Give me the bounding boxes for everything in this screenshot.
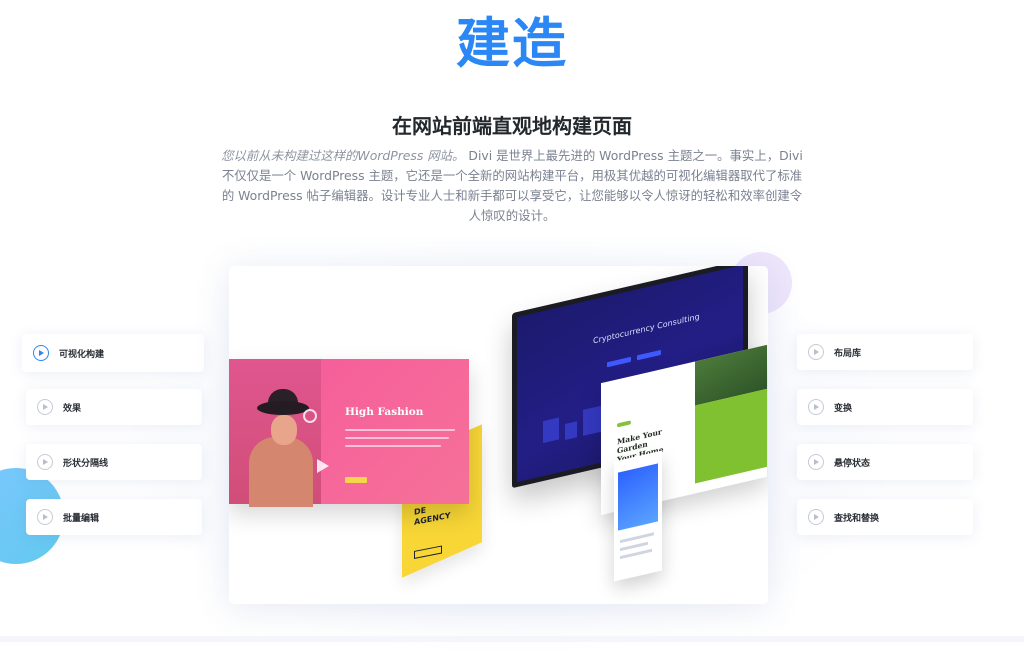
feature-label: 效果 bbox=[63, 403, 82, 414]
phone-screen bbox=[618, 463, 658, 531]
play-circle-icon bbox=[37, 454, 53, 470]
play-circle-icon bbox=[33, 345, 49, 361]
feature-label: 悬停状态 bbox=[834, 458, 871, 469]
fashion-title: High Fashion bbox=[345, 406, 424, 418]
text-line bbox=[620, 548, 652, 560]
text-line bbox=[620, 532, 654, 544]
text-line bbox=[345, 429, 455, 431]
play-circle-icon bbox=[808, 509, 824, 525]
feature-effects-button[interactable]: 效果 bbox=[26, 389, 202, 425]
feature-label: 布局库 bbox=[834, 348, 862, 359]
feature-layout-library-button[interactable]: 布局库 bbox=[797, 334, 973, 370]
green-panel bbox=[695, 388, 767, 484]
agency-text: DE AGENCY bbox=[414, 501, 451, 528]
leaf-icon bbox=[617, 420, 631, 428]
crypto-title: Cryptocurrency Consulting bbox=[593, 311, 700, 346]
hero-title: 建造 bbox=[456, 12, 568, 75]
agency-button-shape bbox=[414, 545, 442, 559]
play-circle-icon bbox=[37, 509, 53, 525]
feature-label: 变换 bbox=[834, 403, 853, 414]
feature-shape-dividers-button[interactable]: 形状分隔线 bbox=[26, 444, 202, 480]
feature-visual-builder-button[interactable]: 可视化构建 bbox=[22, 334, 204, 372]
circle-ornament-icon bbox=[303, 409, 317, 423]
fashion-layout-mockup: High Fashion bbox=[229, 359, 469, 507]
crypto-button-shape bbox=[637, 349, 661, 361]
feature-label: 查找和替换 bbox=[834, 513, 880, 524]
feature-label: 可视化构建 bbox=[59, 349, 105, 360]
text-line bbox=[345, 437, 449, 439]
crypto-block-shape bbox=[565, 421, 577, 441]
page-bottom-band bbox=[0, 636, 1024, 642]
feature-find-replace-button[interactable]: 查找和替换 bbox=[797, 499, 973, 535]
section-heading: 在网站前端直观地构建页面 bbox=[392, 114, 632, 138]
fashion-model-image bbox=[229, 359, 329, 507]
feature-hover-states-button[interactable]: 悬停状态 bbox=[797, 444, 973, 480]
crypto-block-shape bbox=[543, 417, 559, 444]
play-circle-icon bbox=[808, 344, 824, 360]
crypto-button-shape bbox=[607, 356, 631, 368]
fashion-button-shape bbox=[345, 477, 367, 483]
model-face-shape bbox=[271, 415, 297, 445]
model-body-shape bbox=[249, 437, 313, 507]
phone-mockup bbox=[614, 450, 662, 582]
crypto-block-shape bbox=[583, 405, 601, 436]
play-circle-icon bbox=[808, 399, 824, 415]
triangle-ornament-icon bbox=[317, 459, 329, 473]
intro-italic: 您以前从未构建过这样的WordPress 网站。 bbox=[221, 148, 465, 163]
play-circle-icon bbox=[808, 454, 824, 470]
feature-bulk-edit-button[interactable]: 批量编辑 bbox=[26, 499, 202, 535]
text-line bbox=[345, 445, 441, 447]
feature-label: 批量编辑 bbox=[63, 513, 100, 524]
feature-label: 形状分隔线 bbox=[63, 458, 109, 469]
play-circle-icon bbox=[37, 399, 53, 415]
showcase-panel: DE AGENCY High Fashion Cryptocurrency Con… bbox=[229, 266, 768, 604]
feature-transform-button[interactable]: 变换 bbox=[797, 389, 973, 425]
intro-paragraph: 您以前从未构建过这样的WordPress 网站。 Divi 是世界上最先进的 W… bbox=[216, 146, 808, 226]
hat-brim-shape bbox=[257, 401, 309, 415]
